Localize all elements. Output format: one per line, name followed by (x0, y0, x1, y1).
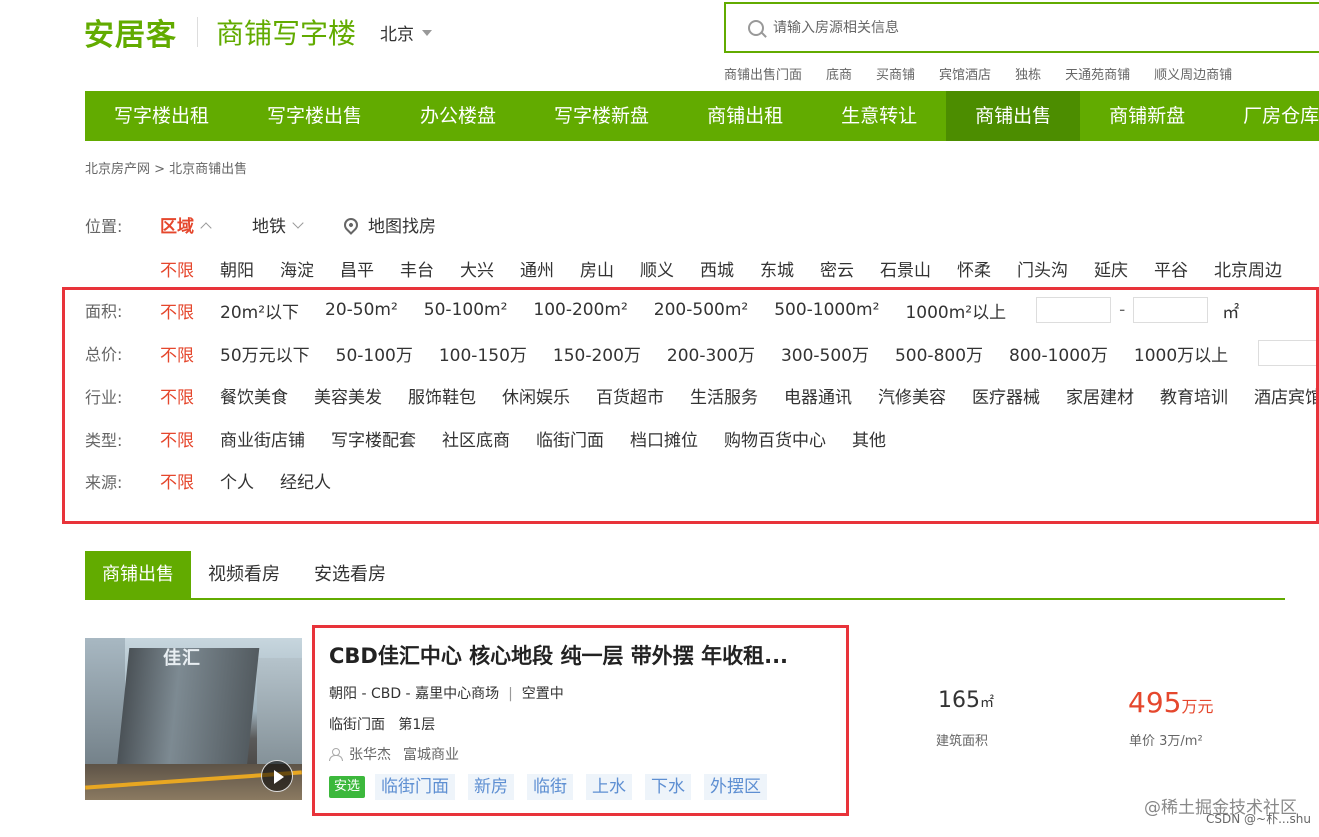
search-icon (748, 19, 764, 36)
building-sign: 佳汇 (163, 648, 201, 669)
highlight-box-filters (62, 287, 1319, 524)
district-option[interactable]: 石景山 (880, 256, 931, 281)
logo[interactable]: 安居客 (84, 10, 177, 54)
listing-tabs: 商铺出售 视频看房 安选看房 (85, 551, 1285, 600)
price-value: 495万元 (1128, 686, 1213, 719)
district-option[interactable]: 东城 (760, 256, 794, 281)
hot-search-links: 商铺出售门面 底商 买商铺 宾馆酒店 独栋 天通苑商铺 顺义周边商铺 (724, 64, 1256, 83)
nav-item-office-buildings[interactable]: 办公楼盘 (391, 91, 525, 141)
district-option[interactable]: 不限 (160, 256, 194, 281)
tab-curated-tour[interactable]: 安选看房 (297, 551, 403, 598)
district-option[interactable]: 北京周边 (1214, 256, 1282, 281)
hot-link[interactable]: 买商铺 (876, 64, 915, 83)
breadcrumb[interactable]: 北京房产网 > 北京商铺出售 (85, 158, 247, 177)
tab-district-label: 区域 (160, 217, 194, 237)
district-option[interactable]: 延庆 (1094, 256, 1128, 281)
district-option[interactable]: 房山 (580, 256, 614, 281)
highlight-box-listing (312, 625, 849, 816)
map-pin-icon (341, 214, 361, 235)
hot-link[interactable]: 商铺出售门面 (724, 64, 802, 83)
watermark-csdn: CSDN @~朴...shu (1206, 812, 1311, 826)
nav-item-shop-new[interactable]: 商铺新盘 (1080, 91, 1214, 141)
area-number: 165 (938, 688, 980, 713)
unit-price-label: 单价 3万/m² (1129, 734, 1203, 749)
tab-map-search[interactable]: 地图找房 (341, 212, 436, 237)
district-option[interactable]: 海淀 (280, 256, 314, 281)
nav-item-shop-sale[interactable]: 商铺出售 (946, 91, 1081, 141)
tab-map-label: 地图找房 (368, 217, 436, 237)
site-name[interactable]: 商铺写字楼 (216, 12, 356, 52)
district-option[interactable]: 大兴 (460, 256, 494, 281)
chevron-down-icon (292, 216, 304, 229)
nav-item-factory[interactable]: 厂房仓库 (1214, 91, 1319, 141)
filter-location-tabs: 位置: 区域 地铁 地图找房 (85, 212, 478, 237)
nav-item-business-transfer[interactable]: 生意转让 (812, 91, 946, 141)
area-value-unit: ㎡ (980, 695, 994, 711)
district-option[interactable]: 西城 (700, 256, 734, 281)
nav-item-office-rent[interactable]: 写字楼出租 (85, 91, 238, 141)
tab-subway-label: 地铁 (252, 217, 286, 237)
hot-link[interactable]: 天通苑商铺 (1065, 64, 1130, 83)
hot-link[interactable]: 底商 (826, 64, 852, 83)
hot-link[interactable]: 宾馆酒店 (939, 64, 991, 83)
tab-subway[interactable]: 地铁 (252, 212, 304, 237)
tab-video-tour[interactable]: 视频看房 (191, 551, 297, 598)
district-option[interactable]: 昌平 (340, 256, 374, 281)
play-icon[interactable] (261, 760, 293, 792)
city-label: 北京 (380, 24, 415, 45)
area-value: 165㎡ (938, 688, 994, 713)
tab-shop-sale[interactable]: 商铺出售 (85, 551, 191, 598)
city-selector[interactable]: 北京 (380, 20, 433, 45)
nav-item-shop-rent[interactable]: 商铺出租 (678, 91, 812, 141)
search-input[interactable] (773, 19, 1253, 36)
district-option[interactable]: 朝阳 (220, 256, 254, 281)
district-option[interactable]: 丰台 (400, 256, 434, 281)
listing-image[interactable]: 佳汇 (85, 638, 302, 800)
chevron-up-icon (200, 221, 212, 234)
nav-item-office-sale[interactable]: 写字楼出售 (238, 91, 391, 141)
filter-label: 位置: (85, 216, 123, 236)
hot-link[interactable]: 顺义周边商铺 (1154, 64, 1232, 83)
logo-divider (197, 17, 198, 47)
district-option[interactable]: 门头沟 (1017, 256, 1068, 281)
nav-item-office-new[interactable]: 写字楼新盘 (525, 91, 678, 141)
price-number: 495 (1128, 686, 1182, 719)
district-option[interactable]: 顺义 (640, 256, 674, 281)
district-option[interactable]: 密云 (820, 256, 854, 281)
caret-down-icon (422, 30, 433, 36)
header: 安居客 商铺写字楼 北京 (84, 10, 433, 54)
price-unit: 万元 (1181, 697, 1214, 716)
area-label: 建筑面积 (936, 734, 989, 749)
district-option[interactable]: 通州 (520, 256, 554, 281)
hot-link[interactable]: 独栋 (1015, 64, 1041, 83)
tab-district[interactable]: 区域 (160, 212, 212, 237)
filter-districts: 不限 朝阳 海淀 昌平 丰台 大兴 通州 房山 顺义 西城 东城 密云 石景山 … (160, 256, 1308, 281)
district-option[interactable]: 平谷 (1154, 256, 1188, 281)
search-box[interactable] (724, 2, 1319, 53)
main-nav: 写字楼出租 写字楼出售 办公楼盘 写字楼新盘 商铺出租 生意转让 商铺出售 商铺… (85, 91, 1319, 141)
district-option[interactable]: 怀柔 (957, 256, 991, 281)
